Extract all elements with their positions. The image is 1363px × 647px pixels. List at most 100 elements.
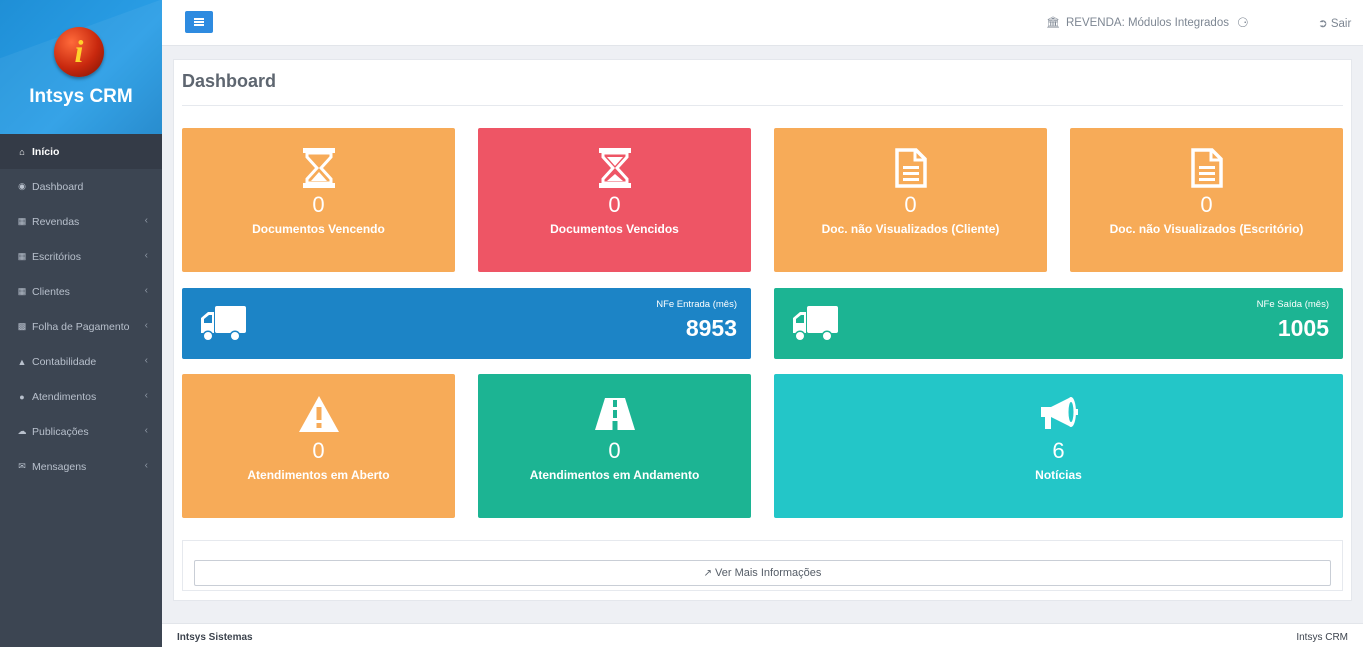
card-atendimentos-em-aberto[interactable]: 0 Atendimentos em Aberto xyxy=(182,374,455,518)
chevron-left-icon: ‹ xyxy=(144,460,148,471)
card-value: 0 xyxy=(312,438,325,463)
nfe-saida-caption: NFe Saída (mês) xyxy=(1256,299,1329,310)
card-value: 0 xyxy=(312,192,325,217)
sidebar-item-contabilidade[interactable]: ▲ Contabilidade ‹ xyxy=(0,344,162,379)
card-label: Documentos Vencidos xyxy=(550,222,679,236)
warning-icon xyxy=(182,394,455,436)
page-title: Dashboard xyxy=(182,71,277,91)
chevron-left-icon: ‹ xyxy=(144,285,148,296)
ver-mais-informacoes-label: Ver Mais Informações xyxy=(715,567,822,579)
divider xyxy=(182,105,1343,106)
sidebar-item-label: Publicações xyxy=(32,425,89,438)
ver-mais-informacoes-button[interactable]: ↗ Ver Mais Informações xyxy=(194,560,1331,586)
card-nfe-entrada[interactable]: NFe Entrada (mês) 8953 xyxy=(182,288,751,359)
logout-label: Sair xyxy=(1330,18,1352,30)
nfe-saida-value: 1005 xyxy=(1277,315,1329,341)
hourglass-icon xyxy=(182,148,455,190)
document-icon xyxy=(774,148,1047,190)
chevron-left-icon: ‹ xyxy=(144,215,148,226)
sidebar-item-revendas[interactable]: ▦ Revendas ‹ xyxy=(0,204,162,239)
cloud-icon: ☁ xyxy=(17,426,27,436)
external-link-icon: ↗ xyxy=(703,567,712,579)
card-value: 0 xyxy=(608,438,621,463)
bank-icon: ▲ xyxy=(17,356,27,367)
card-noticias[interactable]: 6 Notícias xyxy=(774,374,1343,518)
card-label: Atendimentos em Aberto xyxy=(247,468,390,482)
card-label: Notícias xyxy=(1035,468,1082,482)
hamburger-icon-line xyxy=(194,24,204,26)
sidebar-item-label: Contabilidade xyxy=(32,355,97,368)
brand-name: Intsys CRM xyxy=(29,86,133,107)
sidebar-item-label: Dashboard xyxy=(32,180,84,193)
card-value: 0 xyxy=(1200,192,1213,217)
sidebar-item-label: Atendimentos xyxy=(32,390,97,403)
sidebar-item-label: Folha de Pagamento xyxy=(32,320,130,333)
footer-product: Intsys CRM xyxy=(1296,632,1348,643)
chevron-left-icon: ‹ xyxy=(144,250,148,261)
road-icon xyxy=(478,394,751,436)
sidebar-item-folha-de-pagamento[interactable]: ▩ Folha de Pagamento ‹ xyxy=(0,309,162,344)
sidebar-item-inicio[interactable]: ⌂ Início xyxy=(0,134,162,169)
footer: Intsys Sistemas Intsys CRM xyxy=(162,623,1363,647)
building-icon: ▦ xyxy=(17,251,27,261)
revenda-selector[interactable]: 🏛 REVENDA: Módulos Integrados xyxy=(1046,16,1229,30)
sidebar-item-label: Início xyxy=(32,145,60,158)
card-label: Atendimentos em Andamento xyxy=(529,468,700,482)
hamburger-icon xyxy=(194,18,204,20)
sidebar-item-label: Escritórios xyxy=(32,250,82,263)
sidebar-toggle-button[interactable] xyxy=(185,11,213,33)
bullhorn-icon xyxy=(774,394,1343,436)
card-doc-nao-visualizados-cliente[interactable]: 0 Doc. não Visualizados (Cliente) xyxy=(774,128,1047,272)
sidebar-item-publicacoes[interactable]: ☁ Publicações ‹ xyxy=(0,414,162,449)
dashboard-panel: Dashboard 0 Documentos Vencendo 0 Docume… xyxy=(173,59,1352,601)
logo-icon: i xyxy=(54,27,104,77)
building-icon: ▦ xyxy=(17,216,27,226)
sidebar-item-dashboard[interactable]: ◉ Dashboard xyxy=(0,169,162,204)
topbar: 🏛 REVENDA: Módulos Integrados ⚆ ➲ Sair xyxy=(162,0,1363,46)
chevron-left-icon: ‹ xyxy=(144,425,148,436)
chevron-left-icon: ‹ xyxy=(144,320,148,331)
sidebar-item-label: Mensagens xyxy=(32,460,87,473)
card-documentos-vencidos[interactable]: 0 Documentos Vencidos xyxy=(478,128,751,272)
card-label: Documentos Vencendo xyxy=(252,222,385,236)
hourglass-icon xyxy=(478,148,751,190)
document-icon xyxy=(1070,148,1343,190)
sidebar-item-clientes[interactable]: ▦ Clientes ‹ xyxy=(0,274,162,309)
brand[interactable]: i Intsys CRM xyxy=(0,0,162,134)
building-icon: ▦ xyxy=(17,286,27,296)
card-label: Doc. não Visualizados (Escritório) xyxy=(1109,222,1304,236)
chat-icon: ● xyxy=(19,391,25,402)
card-atendimentos-em-andamento[interactable]: 0 Atendimentos em Andamento xyxy=(478,374,751,518)
truck-icon xyxy=(199,304,247,349)
nfe-entrada-caption: NFe Entrada (mês) xyxy=(656,299,737,310)
card-label: Doc. não Visualizados (Cliente) xyxy=(821,222,1000,236)
globe-icon[interactable]: ⚆ xyxy=(1237,15,1249,31)
sidebar-item-atendimentos[interactable]: ● Atendimentos ‹ xyxy=(0,379,162,414)
hamburger-icon-line xyxy=(194,21,204,23)
chevron-left-icon: ‹ xyxy=(144,355,148,366)
chevron-left-icon: ‹ xyxy=(144,390,148,401)
sidebar-item-label: Clientes xyxy=(32,285,70,298)
nfe-entrada-value: 8953 xyxy=(685,315,737,341)
footer-company: Intsys Sistemas xyxy=(177,632,253,643)
card-doc-nao-visualizados-escritorio[interactable]: 0 Doc. não Visualizados (Escritório) xyxy=(1070,128,1343,272)
home-icon: ⌂ xyxy=(19,146,25,157)
logout-icon: ➲ xyxy=(1318,18,1328,30)
sidebar-item-escritorios[interactable]: ▦ Escritórios ‹ xyxy=(0,239,162,274)
sidebar-item-mensagens[interactable]: ✉ Mensagens ‹ xyxy=(0,449,162,484)
sidebar: i Intsys CRM ⌂ Início ◉ Dashboard ▦ Reve… xyxy=(0,0,162,647)
bank-icon: 🏛 xyxy=(1046,17,1060,29)
truck-icon xyxy=(791,304,839,349)
card-value: 0 xyxy=(904,192,917,217)
card-value: 0 xyxy=(608,192,621,217)
more-info-box: ↗ Ver Mais Informações xyxy=(182,540,1343,591)
money-icon: ▩ xyxy=(17,321,27,331)
card-nfe-saida[interactable]: NFe Saída (mês) 1005 xyxy=(774,288,1343,359)
sidebar-item-label: Revendas xyxy=(32,215,80,228)
card-value: 6 xyxy=(1052,438,1065,463)
dashboard-icon: ◉ xyxy=(18,181,26,191)
revenda-label: REVENDA: Módulos Integrados xyxy=(1065,16,1229,29)
logout-button[interactable]: ➲ Sair xyxy=(1318,16,1351,30)
card-documentos-vencendo[interactable]: 0 Documentos Vencendo xyxy=(182,128,455,272)
sidebar-menu: ⌂ Início ◉ Dashboard ▦ Revendas ‹ ▦ Escr… xyxy=(0,134,162,484)
